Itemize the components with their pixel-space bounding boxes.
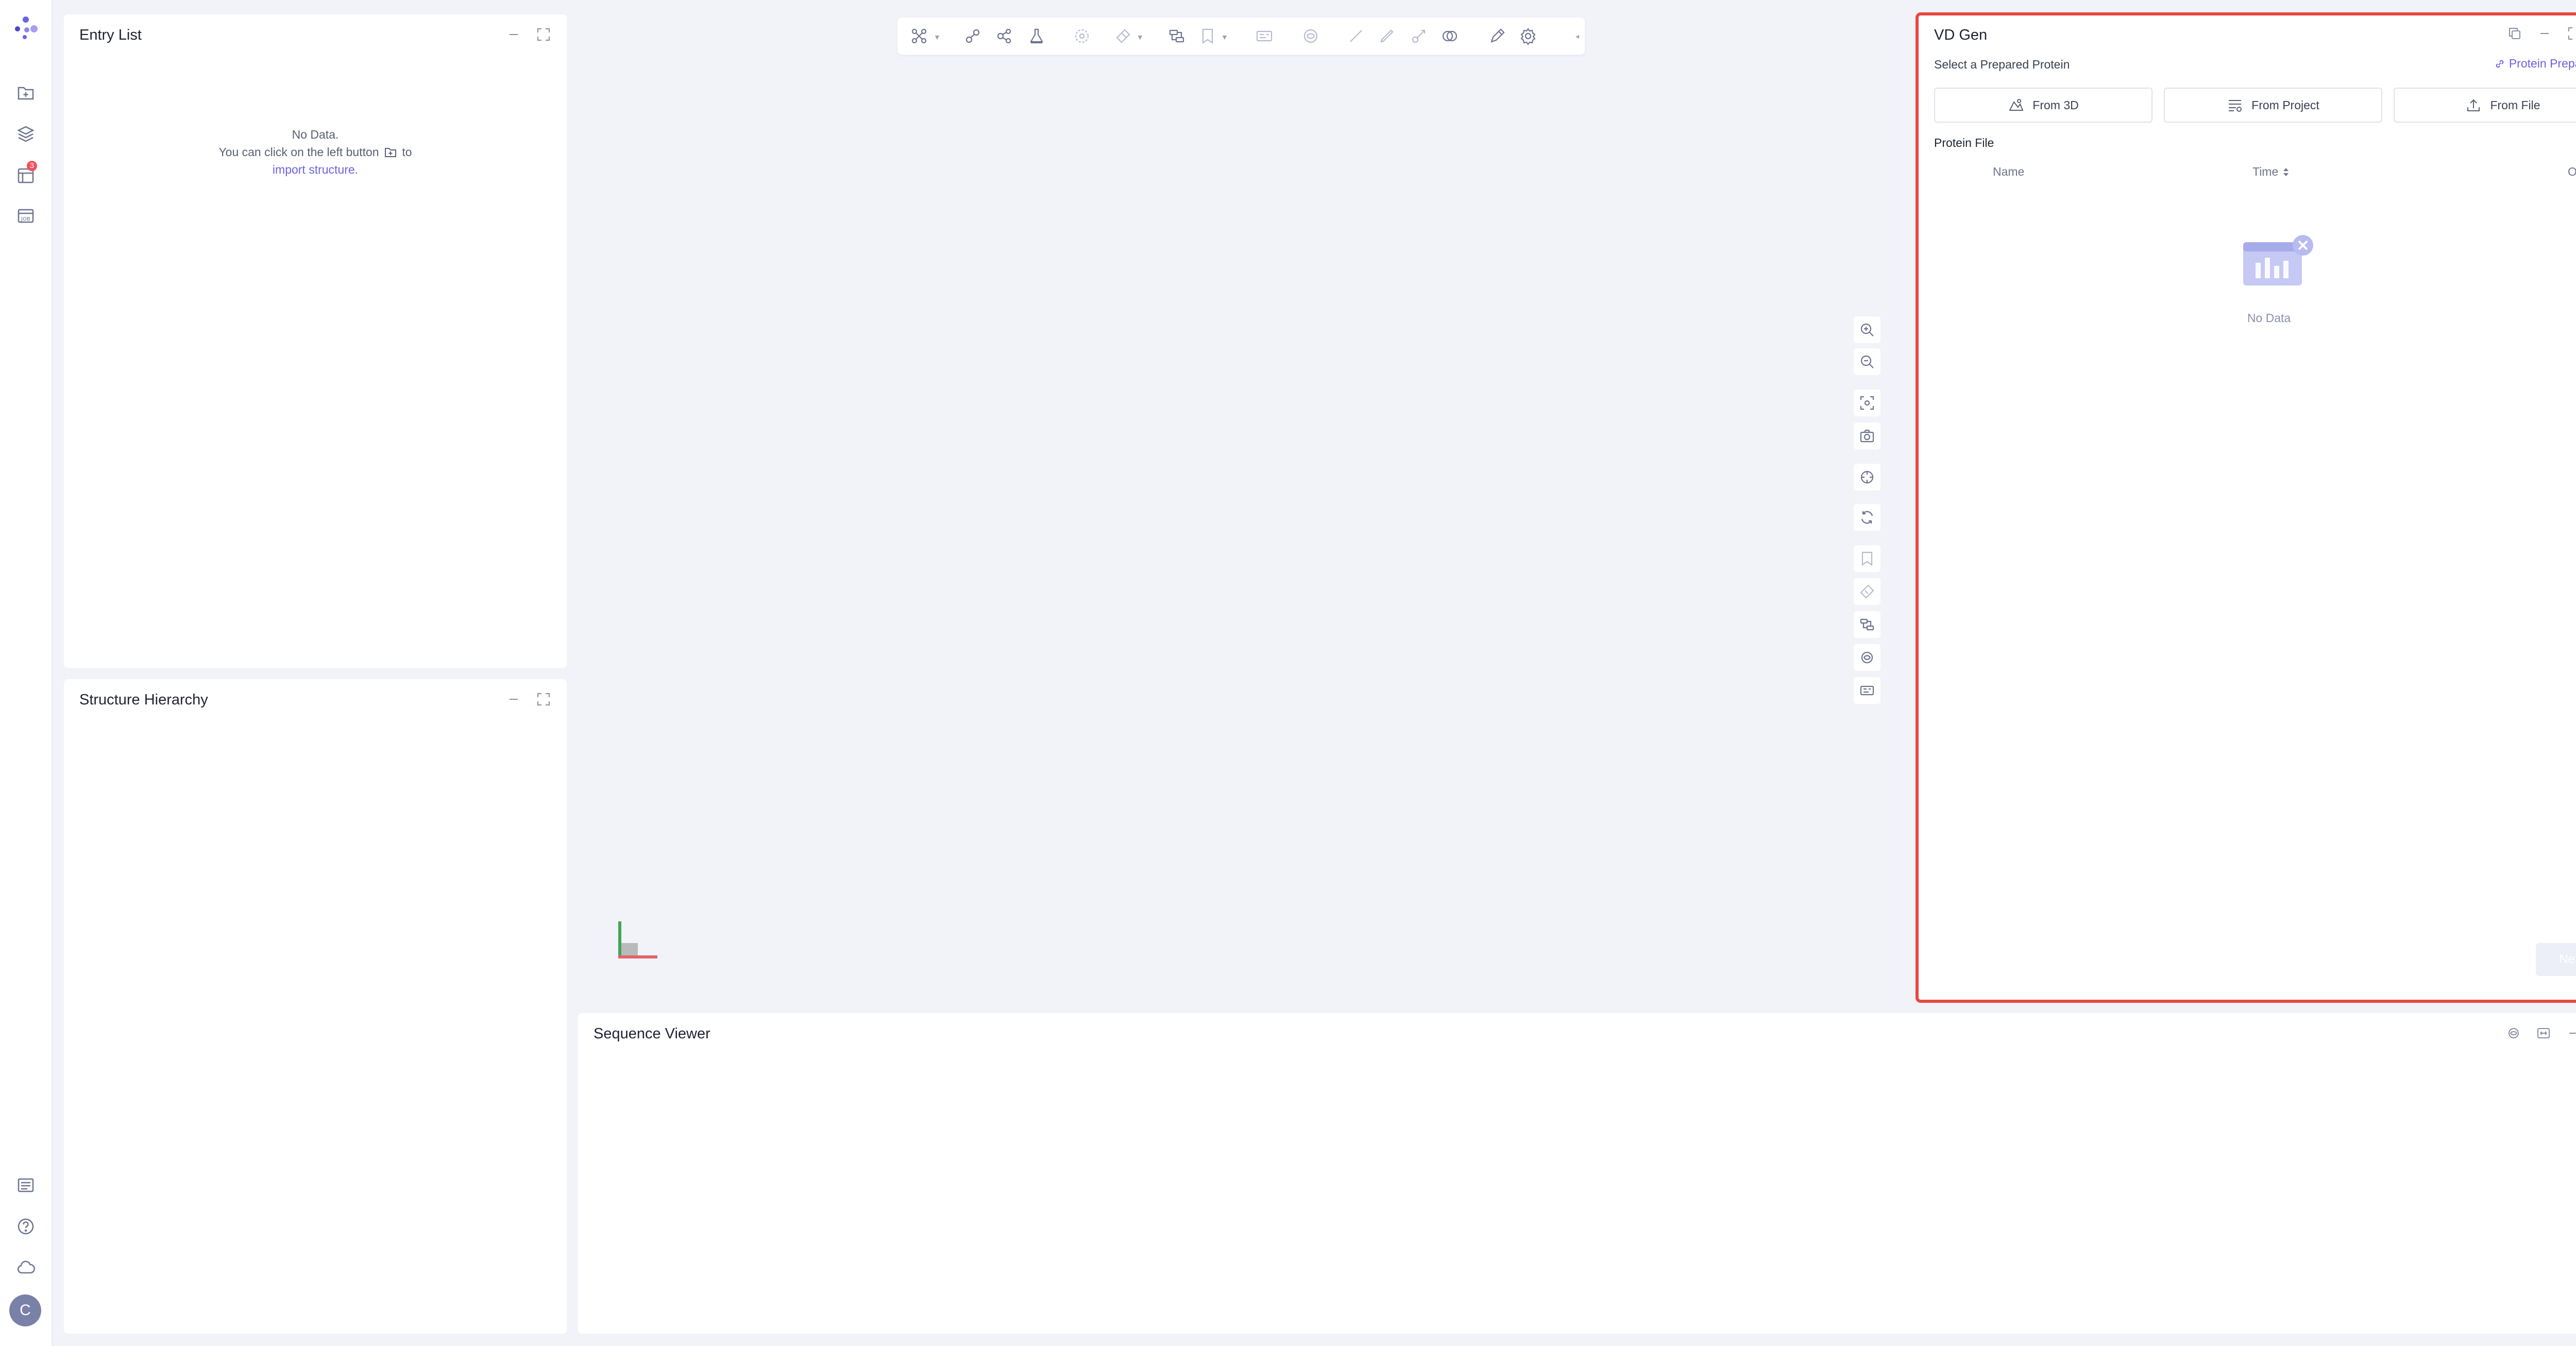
no-data-text: No Data. [292,128,339,141]
hbond-icon[interactable] [1854,644,1880,671]
folder-plus-icon [384,147,397,158]
maximize-icon[interactable] [535,691,552,708]
protein-file-label: Protein File [1934,136,1994,149]
viewer-side-tools [1851,316,1884,724]
flask-icon[interactable] [1027,27,1046,45]
minimize-icon[interactable] [2536,25,2553,42]
label-icon[interactable] [1854,677,1880,704]
eye-icon[interactable] [1440,27,1459,45]
fit-width-icon[interactable] [2535,1024,2552,1042]
panel-title: Structure Hierarchy [79,692,208,708]
vd-gen-panel: VD Gen Select a Prepared Protein Protein… [1916,12,2576,1003]
cloud-icon[interactable] [13,1255,38,1280]
wand-icon[interactable] [1410,27,1428,45]
list-settings-icon [2227,97,2243,113]
rotate-icon[interactable] [1854,504,1880,531]
surface-icon[interactable] [1167,27,1186,45]
maximize-icon[interactable] [2566,25,2576,42]
from-3d-button[interactable]: From 3D [1934,88,2153,123]
panel-title: Entry List [79,27,142,43]
zoom-in-icon[interactable] [1854,316,1880,343]
link-icon [2495,59,2505,69]
protein-preparation-link[interactable]: Protein Preparation [2495,57,2576,71]
line-icon[interactable] [1347,27,1365,45]
logo-icon[interactable] [13,15,38,40]
from-file-button[interactable]: From File [2394,88,2576,123]
protein-3d-icon [2008,97,2024,113]
bookmark-icon[interactable] [1198,27,1217,45]
sort-icon [2282,167,2290,177]
bond-icon[interactable] [963,27,982,45]
upload-icon [2465,97,2482,113]
layers-icon[interactable] [13,122,38,146]
minimize-icon[interactable] [505,691,522,708]
fit-icon[interactable] [1854,390,1880,416]
center-icon[interactable] [1854,464,1880,491]
hint-text-before: You can click on the left button [218,145,379,159]
molecule-icon[interactable] [995,27,1014,45]
column-time[interactable]: Time [2252,165,2290,179]
chevron-down-icon[interactable]: ▼ [1221,33,1228,41]
chevron-down-icon[interactable]: ▼ [1137,33,1144,41]
empty-state-icon [2240,234,2317,291]
column-operation: Operation [2568,165,2576,178]
edit-icon[interactable] [1488,27,1506,45]
import-structure-link[interactable]: import structure. [64,161,567,178]
from-3d-label: From 3D [2032,98,2079,112]
zoom-out-icon[interactable] [1854,348,1880,375]
tasks-badge: 3 [27,161,37,171]
from-project-label: From Project [2251,98,2319,112]
panel-title: VD Gen [1934,27,1988,43]
new-project-icon[interactable] [13,80,38,105]
bookmark-icon[interactable] [1854,545,1880,572]
minimize-icon[interactable] [2565,1024,2576,1042]
viewer-toolbar: ▼ ▼ ▼ ◂ [897,18,1585,55]
sequence-viewer-panel: Sequence Viewer [578,1013,2576,1334]
tasks-icon[interactable]: 3 [13,161,38,188]
column-name: Name [1993,165,2025,178]
camera-icon[interactable] [1854,423,1880,449]
import-hint: You can click on the left button to [64,143,567,161]
hint-text-after: to [402,145,412,159]
next-button[interactable]: Next [2536,943,2576,976]
left-rail: 3 JOB C [0,0,53,1346]
protein-preparation-label: Protein Preparation [2509,57,2576,70]
no-data-text: No Data [2247,311,2291,325]
settings-icon[interactable] [2505,1024,2522,1042]
select-protein-label: Select a Prepared Protein [1934,58,2070,71]
structure-hierarchy-panel: Structure Hierarchy [64,679,567,1334]
measure-icon[interactable] [1854,578,1880,605]
copy-icon[interactable] [2506,25,2523,42]
entry-list-panel: Entry List No Data. You can click on the… [64,14,567,668]
avatar[interactable]: C [9,1294,41,1326]
atom-style-icon[interactable] [910,27,928,45]
gear-icon[interactable] [1519,27,1537,45]
label-icon[interactable] [1255,27,1274,45]
axes-indicator [617,920,658,962]
log-icon[interactable] [13,1173,38,1198]
from-file-label: From File [2490,98,2540,112]
panel-title: Sequence Viewer [594,1025,710,1042]
tag-icon[interactable] [1114,27,1132,45]
column-time-label: Time [2252,165,2279,178]
minimize-icon[interactable] [505,26,522,43]
hbond-icon[interactable] [1301,27,1320,45]
svg-text:JOB: JOB [21,216,30,222]
collapse-toolbar-icon[interactable]: ◂ [1575,32,1579,41]
surface-icon[interactable] [1854,611,1880,638]
from-project-button[interactable]: From Project [2164,88,2382,123]
select-icon[interactable] [1073,27,1091,45]
maximize-icon[interactable] [535,26,552,43]
jobs-icon[interactable]: JOB [13,204,38,229]
chevron-down-icon[interactable]: ▼ [934,33,941,41]
help-icon[interactable] [13,1214,38,1239]
pencil-line-icon[interactable] [1378,27,1396,45]
